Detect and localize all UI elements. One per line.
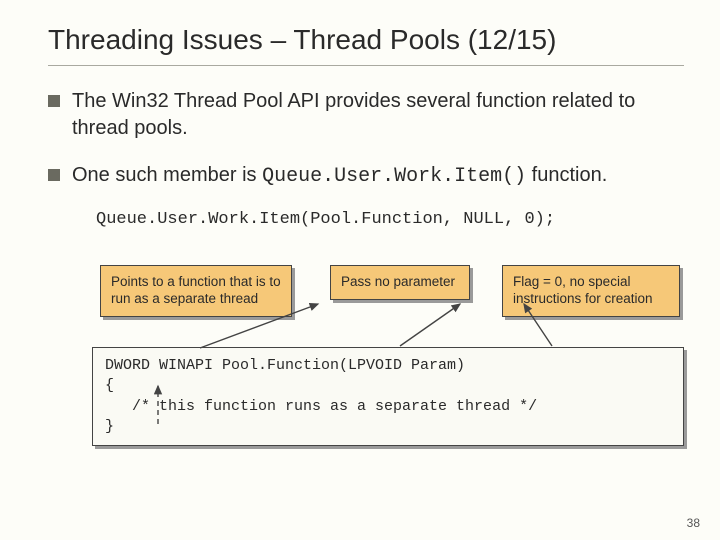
callout-row: Points to a function that is to run as a… bbox=[96, 247, 684, 319]
code-line: } bbox=[105, 418, 114, 435]
code-line: { bbox=[105, 377, 114, 394]
inline-code: Queue.User.Work.Item() bbox=[262, 165, 526, 188]
code-line: DWORD WINAPI Pool.Function(LPVOID Param) bbox=[105, 357, 465, 374]
bullet-item: The Win32 Thread Pool API provides sever… bbox=[48, 88, 684, 142]
bullet-text: The Win32 Thread Pool API provides sever… bbox=[72, 90, 635, 139]
callout-box: Pass no parameter bbox=[330, 265, 470, 300]
bullet-text: One such member is bbox=[72, 164, 262, 186]
page-number: 38 bbox=[687, 516, 700, 530]
bullet-list: The Win32 Thread Pool API provides sever… bbox=[48, 88, 684, 190]
slide-title: Threading Issues – Thread Pools (12/15) bbox=[48, 22, 684, 66]
callout-box: Points to a function that is to run as a… bbox=[100, 265, 292, 317]
code-call-line: Queue.User.Work.Item(Pool.Function, NULL… bbox=[96, 210, 684, 229]
callout-box: Flag = 0, no special instructions for cr… bbox=[502, 265, 680, 317]
code-line: /* this function runs as a separate thre… bbox=[105, 398, 537, 415]
code-block: DWORD WINAPI Pool.Function(LPVOID Param)… bbox=[92, 347, 684, 446]
bullet-item: One such member is Queue.User.Work.Item(… bbox=[48, 162, 684, 190]
bullet-text: function. bbox=[526, 164, 607, 186]
